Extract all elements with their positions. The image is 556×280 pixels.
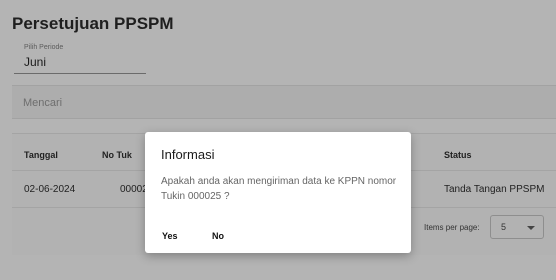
app-root: Persetujuan PPSPM Pilih Periode Juni Men…	[0, 0, 556, 280]
yes-button[interactable]: Yes	[162, 231, 178, 241]
column-header-no-tukin[interactable]: No Tuk	[102, 150, 132, 160]
period-select[interactable]: Pilih Periode Juni	[14, 40, 146, 74]
cell-status: Tanda Tangan PPSPM	[444, 184, 545, 195]
search-placeholder: Mencari	[23, 97, 63, 109]
chevron-down-icon	[527, 226, 535, 230]
dialog-title: Informasi	[161, 147, 215, 162]
no-button[interactable]: No	[212, 231, 224, 241]
info-dialog: Informasi Apakah anda akan mengiriman da…	[145, 132, 411, 253]
items-per-page-select[interactable]: 5	[490, 215, 544, 239]
period-select-value: Juni	[24, 55, 47, 69]
dialog-message: Apakah anda akan mengiriman data ke KPPN…	[161, 176, 397, 202]
search-input[interactable]: Mencari	[12, 85, 556, 119]
page-title: Persetujuan PPSPM	[12, 14, 174, 33]
items-per-page-value: 5	[501, 222, 507, 232]
column-header-status[interactable]: Status	[444, 150, 472, 160]
column-header-tanggal[interactable]: Tanggal	[24, 150, 58, 160]
cell-tanggal: 02-06-2024	[24, 184, 76, 195]
cell-no-tukin: 00002	[120, 184, 148, 195]
items-per-page-label: Items per page:	[424, 223, 480, 232]
period-select-label: Pilih Periode	[24, 44, 64, 51]
